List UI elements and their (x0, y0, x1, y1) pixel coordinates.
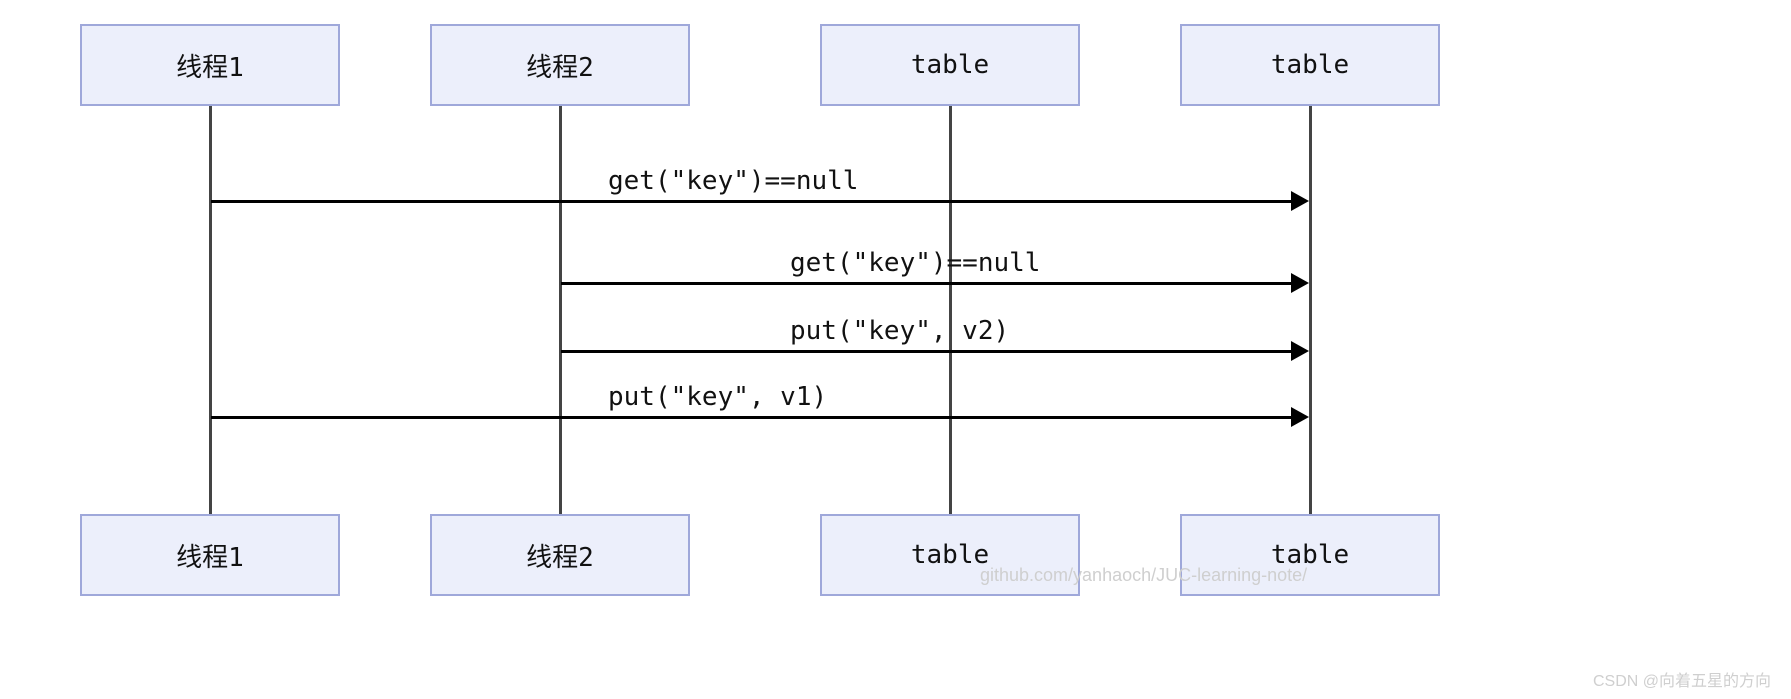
lifeline-table2 (1309, 106, 1312, 514)
message-arrow (561, 282, 1291, 285)
participant-thread1-bottom: 线程1 (80, 514, 340, 596)
watermark-repo: github.com/yanhaoch/JUC-learning-note/ (980, 565, 1307, 586)
participant-label: table (911, 540, 989, 570)
participant-thread1-top: 线程1 (80, 24, 340, 106)
message-arrow (211, 200, 1291, 203)
participant-label: 线程2 (526, 47, 594, 84)
message-arrow (561, 350, 1291, 353)
participant-table2-top: table (1180, 24, 1440, 106)
participant-thread2-bottom: 线程2 (430, 514, 690, 596)
message-label: put("key", v1) (608, 382, 827, 412)
message-label: put("key", v2) (790, 316, 1009, 346)
participant-label: 线程1 (176, 537, 244, 574)
arrowhead-icon (1291, 191, 1309, 211)
message-label: get("key")==null (608, 166, 858, 196)
message-label: get("key")==null (790, 248, 1040, 278)
participant-label: table (1271, 50, 1349, 80)
message-arrow (211, 416, 1291, 419)
lifeline-thread2 (559, 106, 562, 514)
lifeline-thread1 (209, 106, 212, 514)
arrowhead-icon (1291, 407, 1309, 427)
participant-label: 线程2 (526, 537, 594, 574)
participant-thread2-top: 线程2 (430, 24, 690, 106)
arrowhead-icon (1291, 273, 1309, 293)
participant-table1-top: table (820, 24, 1080, 106)
lifeline-table1 (949, 106, 952, 514)
participant-label: 线程1 (176, 47, 244, 84)
arrowhead-icon (1291, 341, 1309, 361)
watermark-csdn: CSDN @向着五星的方向 (1593, 667, 1771, 691)
participant-label: table (911, 50, 989, 80)
